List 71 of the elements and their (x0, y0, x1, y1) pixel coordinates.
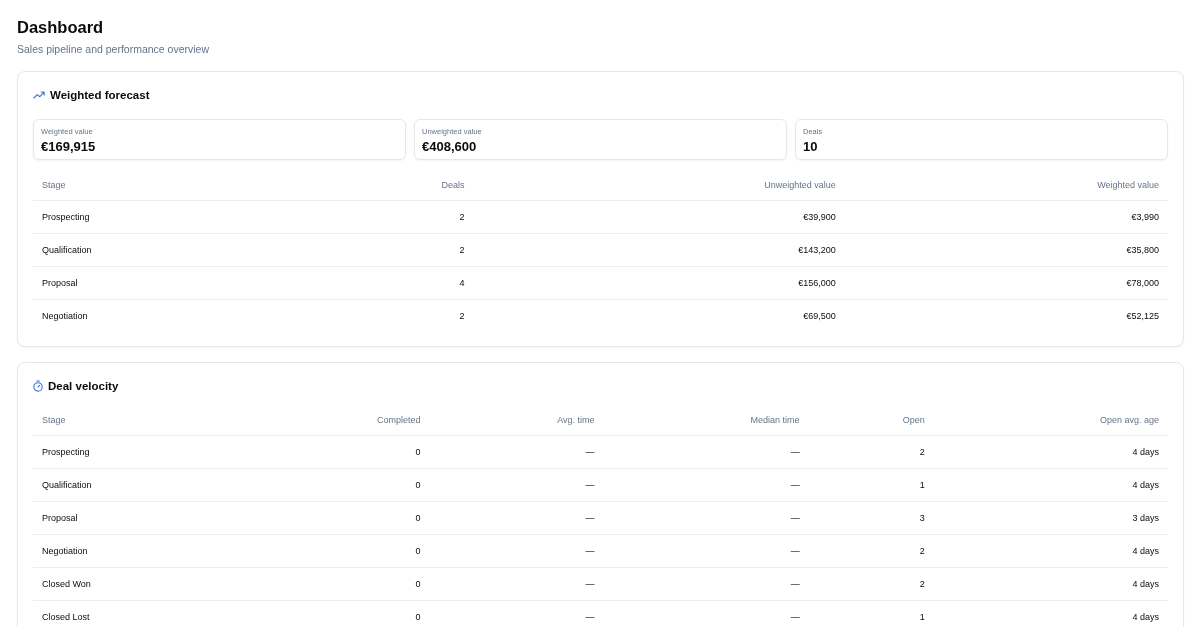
table-cell: 4 days (1132, 612, 1159, 622)
table-cell: 3 (919, 513, 925, 523)
table-cell: — (585, 579, 595, 589)
column-header: Avg. time (557, 415, 595, 425)
table-cell: €143,200 (798, 245, 836, 255)
table-cell: Closed Lost (42, 612, 90, 622)
table-cell: 0 (415, 579, 421, 589)
table-cell: 2 (919, 447, 925, 457)
table-cell: 0 (415, 513, 421, 523)
table-cell: — (585, 480, 595, 490)
column-header: Median time (750, 415, 800, 425)
table-cell: Prospecting (42, 212, 90, 222)
table-cell: Negotiation (42, 311, 88, 321)
table-cell: €69,500 (803, 311, 836, 321)
column-header: Unweighted value (764, 180, 836, 190)
table-cell: 1 (919, 612, 925, 622)
table-cell: — (585, 447, 595, 457)
table-cell: — (585, 612, 595, 622)
table-cell: €39,900 (803, 212, 836, 222)
table-cell: — (585, 513, 595, 523)
table-cell: — (790, 447, 800, 457)
table-cell: €3,990 (1131, 212, 1159, 222)
stat-value: €408,600 (422, 138, 477, 155)
table-cell: 2 (919, 546, 925, 556)
column-header: Stage (42, 415, 66, 425)
page-subtitle: Sales pipeline and performance overview (17, 42, 210, 56)
table-cell: 0 (415, 480, 421, 490)
table-cell: — (790, 612, 800, 622)
column-header: Open (902, 415, 925, 425)
section-title: Deal velocity (48, 379, 119, 394)
column-header: Completed (377, 415, 421, 425)
stat-value: 10 (803, 138, 818, 155)
table-cell: 4 days (1132, 546, 1159, 556)
table-cell: 4 days (1132, 480, 1159, 490)
table-cell: 2 (459, 311, 465, 321)
table-cell: — (790, 513, 800, 523)
table-cell: — (790, 480, 800, 490)
table-cell: Negotiation (42, 546, 88, 556)
table-cell: Qualification (42, 245, 92, 255)
table-cell: 0 (415, 447, 421, 457)
column-header: Deals (441, 180, 465, 190)
table-cell: Proposal (42, 278, 78, 288)
table-cell: 0 (415, 546, 421, 556)
table-cell: Proposal (42, 513, 78, 523)
table-cell: — (790, 579, 800, 589)
table-cell: €78,000 (1126, 278, 1159, 288)
column-header: Open avg. age (1099, 415, 1159, 425)
table-cell: 2 (459, 212, 465, 222)
page-title: Dashboard (17, 17, 104, 38)
table-cell: 4 (459, 278, 465, 288)
column-header: Weighted value (1097, 180, 1159, 190)
table-cell: 0 (415, 612, 421, 622)
table-cell: €156,000 (798, 278, 836, 288)
trend-arrow-icon (33, 91, 45, 99)
table-cell: Qualification (42, 480, 92, 490)
table-cell: 2 (459, 245, 465, 255)
table-cell: — (585, 546, 595, 556)
table-cell: 4 days (1132, 579, 1159, 589)
section-title: Weighted forecast (50, 88, 150, 103)
table-cell: Closed Won (42, 579, 91, 589)
column-header: Stage (42, 180, 66, 190)
table-cell: 3 days (1132, 513, 1159, 523)
table-cell: — (790, 546, 800, 556)
stopwatch-icon (33, 380, 43, 392)
table-cell: Prospecting (42, 447, 90, 457)
table-cell: 1 (919, 480, 925, 490)
table-cell: 2 (919, 579, 925, 589)
table-cell: 4 days (1132, 447, 1159, 457)
stat-value: €169,915 (41, 138, 96, 155)
table-cell: €52,125 (1126, 311, 1159, 321)
table-cell: €35,800 (1126, 245, 1159, 255)
